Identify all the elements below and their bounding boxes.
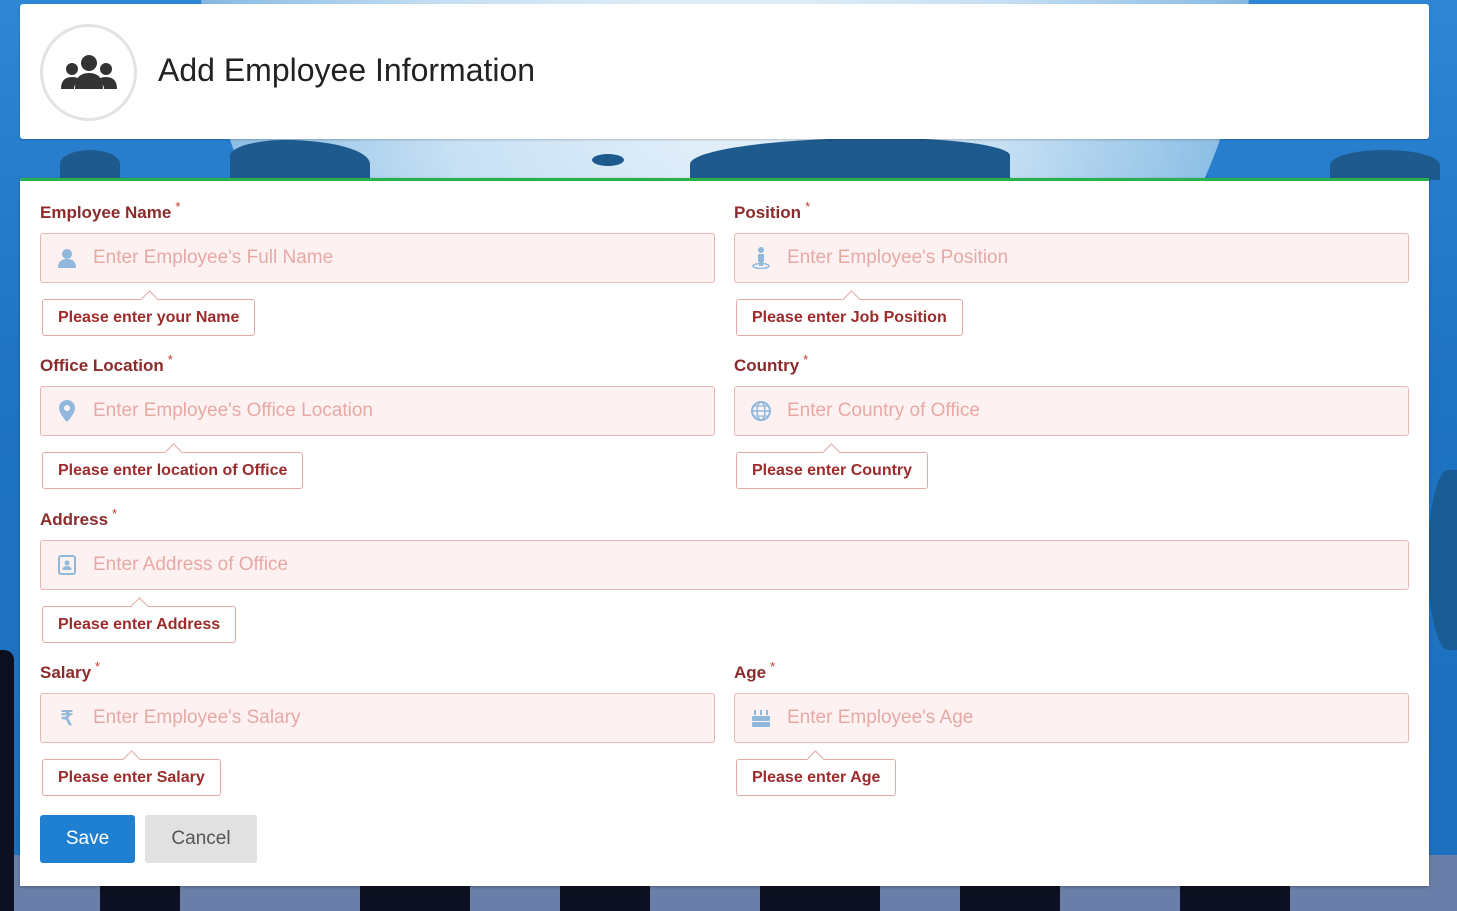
- users-group-icon: [40, 24, 137, 121]
- office-location-input[interactable]: [93, 388, 714, 434]
- validation-tooltip: Please enter Job Position: [736, 299, 963, 336]
- birthday-cake-icon: [735, 694, 787, 742]
- position-input-box: [734, 233, 1409, 283]
- employee-form: Employee Name* Please enter your Name Po…: [20, 178, 1429, 886]
- header-card: Add Employee Information: [20, 4, 1429, 139]
- address-book-icon: [41, 541, 93, 589]
- landmass: [1330, 150, 1440, 180]
- salary-input[interactable]: [93, 695, 714, 741]
- rupee-icon: ₹: [60, 707, 74, 730]
- employee-name-input-box: [40, 233, 715, 283]
- age-input-box: [734, 693, 1409, 743]
- address-input-box: [40, 540, 1409, 590]
- field-label: Salary *: [40, 659, 101, 682]
- field-label: Age *: [734, 659, 776, 682]
- age-input[interactable]: [787, 695, 1408, 741]
- globe-icon: [735, 387, 787, 435]
- validation-tooltip: Please enter Country: [736, 452, 929, 489]
- validation-tooltip: Please enter Address: [42, 606, 237, 643]
- validation-tooltip: Please enter location of Office: [42, 452, 304, 489]
- landmass: [1428, 470, 1457, 650]
- silhouette: [0, 650, 14, 911]
- landmass: [60, 150, 120, 178]
- user-icon: [41, 234, 93, 282]
- country-input-box: [734, 386, 1409, 436]
- office-location-input-box: [40, 386, 715, 436]
- position-input[interactable]: [787, 235, 1408, 281]
- page-title: Add Employee Information: [158, 52, 536, 88]
- field-label: Country *: [734, 352, 809, 375]
- validation-tooltip: Please enter Age: [736, 759, 897, 796]
- validation-tooltip: Please enter your Name: [42, 299, 256, 336]
- field-label: Address *: [40, 506, 118, 529]
- map-marker-icon: [41, 387, 93, 435]
- save-button[interactable]: Save: [40, 815, 135, 863]
- address-input[interactable]: [93, 542, 1408, 588]
- landmass: [592, 154, 624, 166]
- field-label: Employee Name *: [40, 199, 181, 222]
- validation-tooltip: Please enter Salary: [42, 759, 221, 796]
- field-label: Office Location *: [40, 352, 173, 375]
- salary-input-box: ₹: [40, 693, 715, 743]
- position-icon: [735, 234, 787, 282]
- employee-name-input[interactable]: [93, 235, 714, 281]
- field-label: Position *: [734, 199, 811, 222]
- cancel-button[interactable]: Cancel: [145, 815, 257, 863]
- country-input[interactable]: [787, 388, 1408, 434]
